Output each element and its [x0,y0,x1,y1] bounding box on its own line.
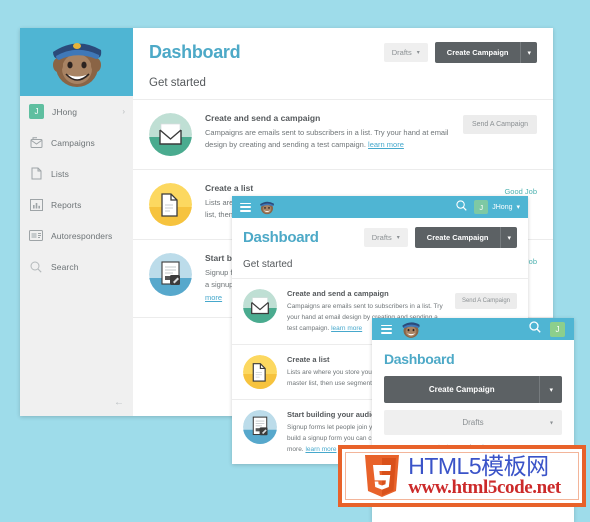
tablet-topbar-right: J JHong ▾ [456,200,520,214]
sidebar-item-search[interactable]: Search [20,251,133,282]
create-campaign-split-button: Create Campaign ▾ [414,227,517,248]
create-campaign-caret-button[interactable]: ▾ [520,42,537,63]
send-a-campaign-button[interactable]: Send A Campaign [454,293,517,309]
drafts-button[interactable]: Drafts ▾ [384,410,562,435]
username-label: JHong [492,203,513,211]
drafts-button[interactable]: Drafts ▾ [383,43,428,62]
html5-shield-icon [363,453,401,499]
watermark-banner: HTML5模板网 www.html5code.net [338,445,586,507]
learn-more-link[interactable]: learn more [368,140,404,149]
drafts-label: Drafts [371,233,392,242]
card-title: Create and send a campaign [287,289,389,298]
sidebar-item-label: Campaigns [51,137,95,148]
drafts-button[interactable]: Drafts ▾ [363,228,408,247]
hamburger-icon[interactable] [240,202,251,212]
watermark-url: www.html5code.net [408,477,561,498]
mailchimp-freddie-logo [52,43,101,87]
desktop-sidebar: J JHong › Campaigns Lists Reports Autore… [20,28,133,416]
chevron-down-icon: ▾ [416,50,420,56]
sidebar-item-autoresponders[interactable]: Autoresponders [20,220,133,251]
hamburger-icon[interactable] [381,324,392,334]
watermark-title: HTML5模板网 [408,453,549,479]
header-actions: Drafts ▾ Create Campaign ▾ [383,42,537,63]
avatar[interactable]: J [550,321,565,337]
sidebar-item-label: Search [51,261,79,272]
autoresponder-icon [29,229,43,243]
document-icon [29,167,43,181]
chevron-down-icon: ▾ [516,204,520,211]
sidebar-item-user[interactable]: J JHong › [20,96,133,127]
envelope-circle-icon [243,289,277,323]
page-title: Dashboard [149,42,241,62]
sidebar-item-campaigns[interactable]: Campaigns [20,127,133,158]
mobile-create-campaign-split-button: Create Campaign ▾ [372,376,574,410]
list-document-circle-icon [149,183,192,226]
search-icon[interactable] [456,200,467,214]
avatar: J [474,200,489,214]
mobile-topbar: J [372,318,574,340]
bar-chart-icon [29,198,43,212]
learn-more-link[interactable]: learn more [305,446,336,453]
tablet-user-menu[interactable]: J JHong ▾ [474,200,520,214]
chevron-down-icon: ▾ [549,420,553,426]
list-document-circle-icon [243,355,277,390]
envelope-circle-icon [149,113,192,156]
create-campaign-button[interactable]: Create Campaign [414,227,501,248]
sidebar-collapse-icon[interactable]: ← [114,397,124,408]
sidebar-item-lists[interactable]: Lists [20,158,133,189]
learn-more-link[interactable]: learn more [331,325,362,332]
mailchimp-freddie-logo[interactable] [258,199,276,215]
sidebar-user-label: JHong [52,106,78,117]
card-action: Send A Campaign [454,289,517,309]
sidebar-item-reports[interactable]: Reports [20,189,133,220]
status-badge: Good Job [504,187,537,196]
mailchimp-freddie-logo[interactable] [400,319,422,339]
chevron-right-icon: › [122,107,125,116]
card-text: Campaigns are emails sent to subscribers… [205,127,450,152]
drafts-label: Drafts [462,418,484,427]
screenshot-stage: J JHong › Campaigns Lists Reports Autore… [0,0,590,522]
tablet-header: Dashboard Drafts ▾ Create Campaign ▾ [232,218,528,248]
watermark-inner: HTML5模板网 www.html5code.net [345,452,579,500]
section-title: Get started [243,259,293,270]
avatar: J [29,104,44,119]
page-title: Dashboard [243,229,319,246]
desktop-header: Dashboard Drafts ▾ Create Campaign ▾ [133,28,553,63]
card-create-campaign: Create and send a campaign Campaigns are… [133,100,553,170]
search-icon[interactable] [529,320,541,338]
create-campaign-caret-button[interactable]: ▾ [539,376,562,403]
chevron-down-icon: ▾ [396,235,400,241]
card-description: Campaigns are emails sent to subscribers… [205,128,449,150]
search-icon [29,260,43,274]
card-action: Good Job [504,183,537,196]
card-body: Create and send a campaign Campaigns are… [205,113,450,152]
mobile-topbar-right: J [529,320,565,338]
tablet-topbar: J JHong ▾ [232,196,528,218]
page-title: Dashboard [384,351,455,367]
card-title: Create a list [205,183,254,193]
create-campaign-button[interactable]: Create Campaign [384,376,540,403]
signup-form-circle-icon [243,410,277,445]
create-campaign-split-button: Create Campaign ▾ [434,42,537,63]
card-action: Send A Campaign [462,113,537,134]
card-title: Create and send a campaign [205,113,321,123]
create-campaign-caret-button[interactable]: ▾ [500,227,517,248]
signup-form-circle-icon [149,253,192,296]
sidebar-item-label: Autoresponders [51,230,113,241]
sidebar-logo-area[interactable] [20,28,133,96]
drafts-label: Drafts [391,48,412,57]
envelope-icon [29,136,43,150]
section-title: Get started [149,77,206,89]
watermark-text: HTML5模板网 www.html5code.net [408,453,561,498]
send-a-campaign-button[interactable]: Send A Campaign [462,115,537,134]
sidebar-item-label: Lists [51,168,69,179]
header-actions: Drafts ▾ Create Campaign ▾ [363,227,517,248]
create-campaign-button[interactable]: Create Campaign [434,42,521,63]
sidebar-item-label: Reports [51,199,82,210]
